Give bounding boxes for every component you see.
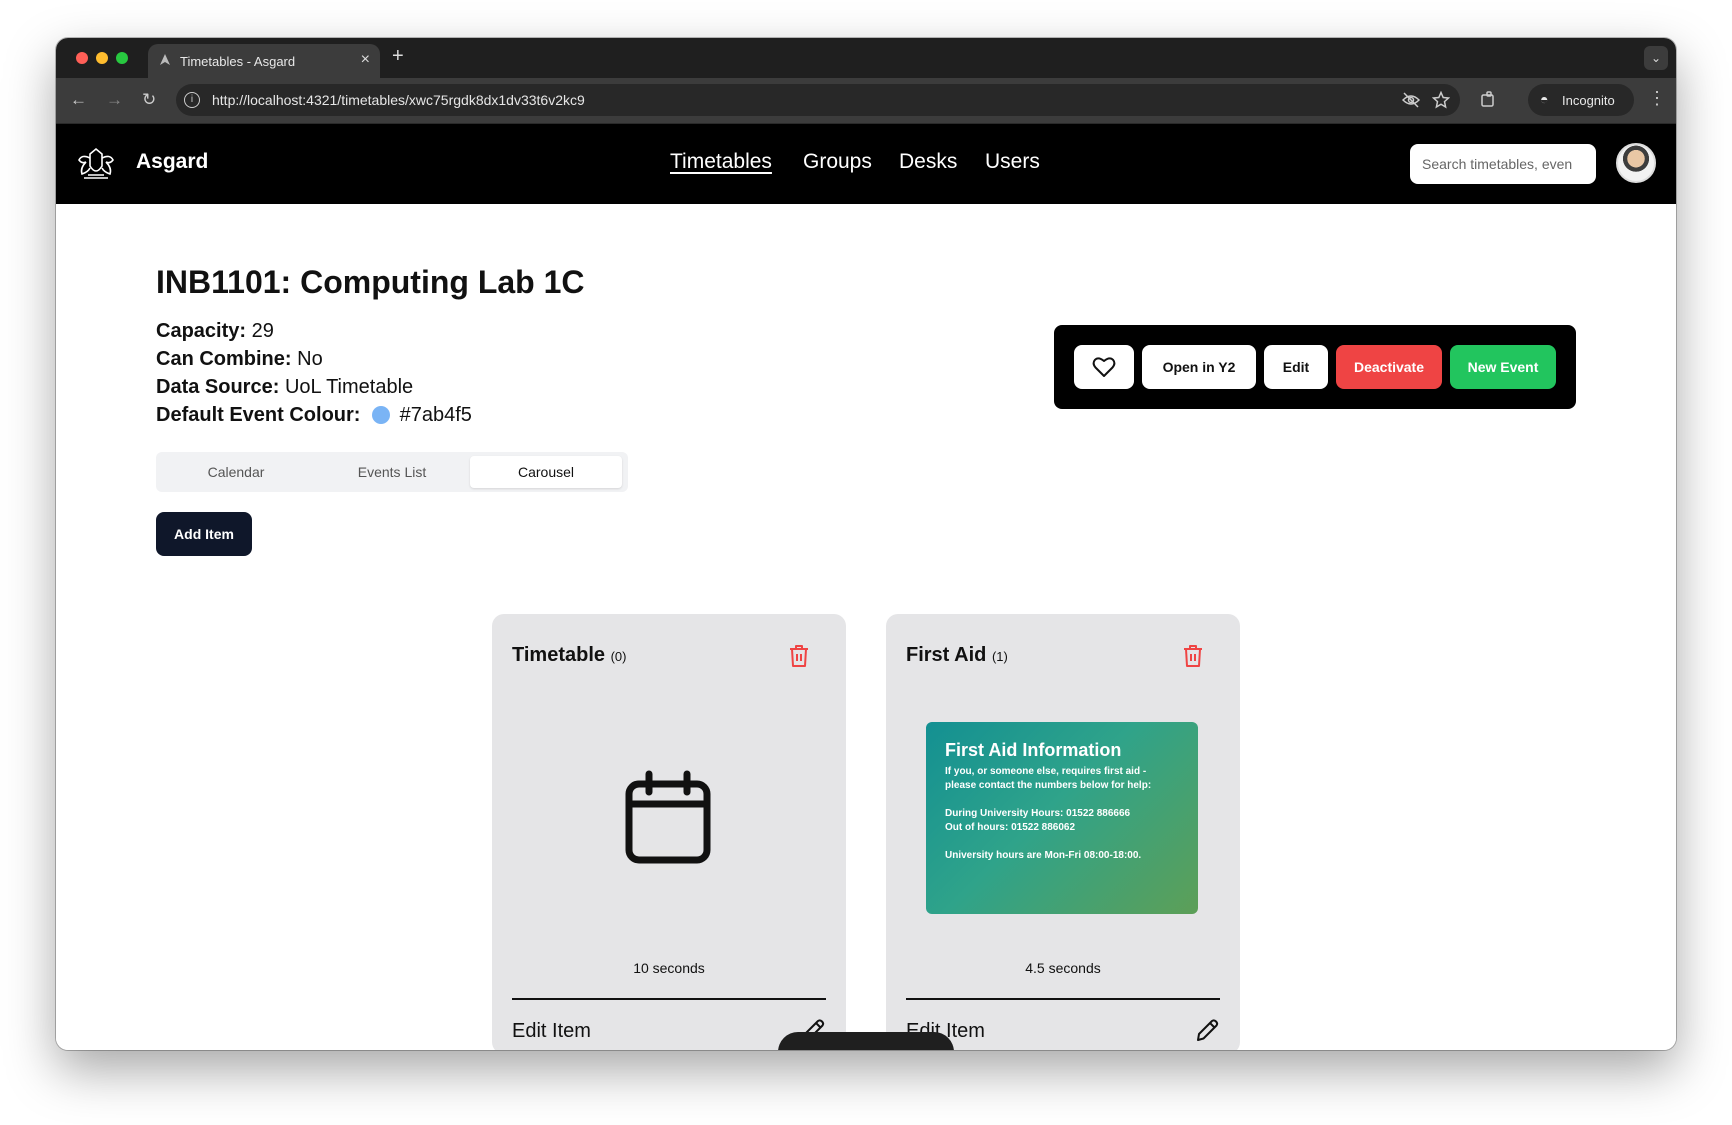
trash-icon[interactable] (788, 644, 810, 668)
tab-search-button[interactable]: ⌄ (1644, 46, 1668, 70)
add-item-button[interactable]: Add Item (156, 512, 252, 556)
pencil-icon[interactable] (1194, 1018, 1220, 1044)
preview-line: If you, or someone else, requires first … (945, 766, 1147, 777)
preview-line: Out of hours: 01522 886062 (945, 822, 1076, 833)
tab-title: Timetables - Asgard (180, 54, 296, 69)
colour-swatch (372, 406, 391, 424)
close-window-button[interactable] (76, 52, 88, 64)
can-combine-row: Can Combine: No (156, 348, 323, 371)
data-source-label: Data Source: (156, 376, 280, 398)
deactivate-button[interactable]: Deactivate (1336, 345, 1442, 389)
default-colour-value: #7ab4f5 (399, 404, 472, 426)
browser-tab[interactable]: Timetables - Asgard × (148, 44, 380, 78)
default-colour-row: Default Event Colour: #7ab4f5 (156, 404, 472, 427)
edit-button[interactable]: Edit (1264, 345, 1328, 389)
eye-off-icon[interactable] (1402, 92, 1420, 108)
card-count: (1) (991, 649, 1008, 664)
incognito-indicator[interactable]: ◓ Incognito (1528, 84, 1634, 116)
capacity-row: Capacity: 29 (156, 320, 274, 343)
preview-line: During University Hours: 01522 886666 (945, 808, 1131, 819)
capacity-value: 29 (251, 320, 274, 342)
app-header: Asgard Timetables Groups Desks Users (56, 124, 1676, 204)
preview-line: University hours are Mon-Fri 08:00-18:00… (945, 850, 1142, 861)
incognito-icon: ◓ (1540, 91, 1549, 107)
asgard-favicon-icon (160, 54, 170, 65)
card-title-text: Timetable (512, 644, 605, 666)
card-title-text: First Aid (906, 644, 987, 666)
room-name: Computing Lab 1C (300, 264, 585, 300)
tab-strip: Timetables - Asgard × + ⌄ (56, 38, 1676, 78)
browser-window: Timetables - Asgard × + ⌄ ← → ↻ i http:/… (56, 38, 1676, 1050)
preview-line: please contact the numbers below for hel… (945, 780, 1152, 791)
action-bar: Open in Y2 Edit Deactivate New Event (1054, 325, 1576, 409)
address-bar[interactable]: i http://localhost:4321/timetables/xwc75… (176, 84, 1460, 116)
user-avatar[interactable] (1616, 143, 1656, 183)
data-source-row: Data Source: UoL Timetable (156, 376, 413, 399)
browser-menu-icon[interactable]: ⋮ (1648, 88, 1666, 109)
capacity-label: Capacity: (156, 320, 247, 342)
card-title: Timetable (0) (512, 644, 626, 667)
card-duration: 4.5 seconds (1025, 960, 1101, 976)
default-colour-label: Default Event Colour: (156, 404, 361, 426)
forward-button[interactable]: → (106, 90, 123, 110)
edit-item-link[interactable]: Edit Item (512, 1020, 591, 1043)
can-combine-value: No (297, 348, 323, 370)
page-title: INB1101: Computing Lab 1C (156, 264, 585, 301)
tab-events-list[interactable]: Events List (316, 456, 468, 488)
carousel-card-first-aid: First Aid (1) First Aid Information If y… (886, 614, 1240, 1050)
back-button[interactable]: ← (70, 90, 87, 110)
first-aid-preview: First Aid Information If you, or someone… (926, 722, 1198, 914)
card-title: First Aid (1) (906, 644, 1008, 667)
open-in-y2-button[interactable]: Open in Y2 (1142, 345, 1256, 389)
can-combine-label: Can Combine: (156, 348, 292, 370)
maximize-window-button[interactable] (116, 52, 128, 64)
nav-link-desks[interactable]: Desks (899, 150, 957, 174)
heart-icon (1092, 357, 1116, 377)
new-tab-button[interactable]: + (392, 45, 404, 68)
nav-link-groups[interactable]: Groups (803, 150, 872, 174)
bookmark-star-icon[interactable] (1432, 91, 1450, 109)
trash-icon[interactable] (1182, 644, 1204, 668)
carousel-card-timetable: Timetable (0) 10 seconds Edit Item (492, 614, 846, 1050)
tab-calendar[interactable]: Calendar (160, 456, 312, 488)
dev-toolbar[interactable] (778, 1032, 954, 1050)
extensions-icon[interactable] (1480, 91, 1498, 109)
nav-link-timetables[interactable]: Timetables (670, 150, 772, 174)
card-divider (906, 998, 1220, 1000)
card-count: (0) (610, 649, 627, 664)
tab-carousel[interactable]: Carousel (470, 456, 622, 488)
site-info-icon[interactable]: i (184, 92, 200, 108)
browser-toolbar: ← → ↻ i http://localhost:4321/timetables… (56, 78, 1676, 124)
new-event-button[interactable]: New Event (1450, 345, 1556, 389)
crest-logo-icon[interactable] (76, 146, 116, 182)
brand-name[interactable]: Asgard (136, 150, 208, 174)
favourite-button[interactable] (1074, 345, 1134, 389)
url-text[interactable]: http://localhost:4321/timetables/xwc75rg… (212, 92, 585, 108)
search-input[interactable] (1410, 144, 1596, 184)
room-code: INB1101: (156, 264, 292, 300)
data-source-value: UoL Timetable (284, 376, 414, 398)
preview-heading: First Aid Information (945, 740, 1122, 760)
tab-close-icon[interactable]: × (361, 51, 370, 69)
minimize-window-button[interactable] (96, 52, 108, 64)
view-tabs: Calendar Events List Carousel (156, 452, 628, 492)
reload-button[interactable]: ↻ (142, 90, 156, 110)
nav-link-users[interactable]: Users (985, 150, 1040, 174)
incognito-label: Incognito (1562, 93, 1615, 108)
calendar-icon (625, 770, 711, 864)
card-duration: 10 seconds (633, 960, 705, 976)
main-content: INB1101: Computing Lab 1C Capacity: 29 C… (56, 204, 1676, 1050)
card-divider (512, 998, 826, 1000)
